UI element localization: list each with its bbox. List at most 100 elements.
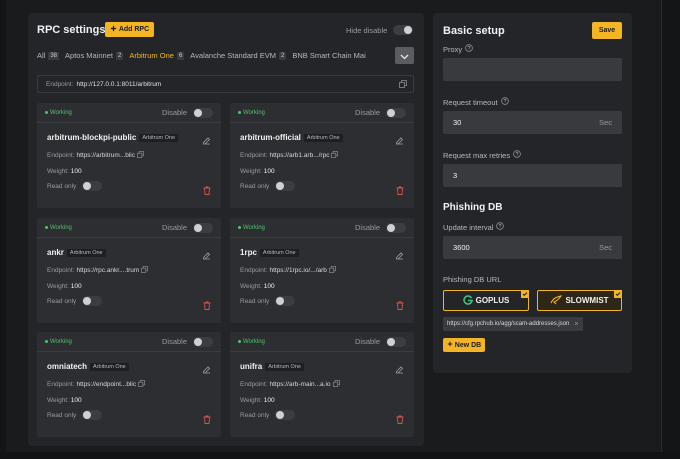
plus-icon	[110, 25, 117, 34]
readonly-label: Read only	[47, 182, 77, 190]
weight-label: Weight:	[47, 283, 69, 290]
edit-icon[interactable]	[202, 132, 211, 150]
help-icon[interactable]	[496, 222, 505, 232]
trash-icon[interactable]	[203, 182, 211, 200]
readonly-label: Read only	[240, 411, 270, 419]
tab-label: BNB Smart Chain Mai	[292, 51, 366, 60]
copy-icon[interactable]	[399, 80, 407, 90]
hide-disable-control: Hide disable	[346, 25, 414, 35]
status-label: Working	[50, 338, 72, 345]
rpc-card: Working Disable 1rpc Arbitrum One Endpoin…	[230, 218, 414, 323]
readonly-toggle[interactable]	[82, 296, 103, 306]
hide-disable-toggle[interactable]	[393, 25, 414, 35]
tab-count: 6	[176, 51, 185, 60]
interval-label: Update interval	[443, 222, 494, 232]
endpoint-field-value: https://arb1.arb.../rpc	[269, 152, 330, 159]
card-header: Working Disable	[37, 103, 221, 123]
chain-badge: Arbitrum One	[265, 362, 304, 371]
status-dot	[45, 111, 48, 114]
card-header: Working Disable	[37, 332, 221, 352]
copy-icon[interactable]	[331, 151, 339, 160]
help-icon[interactable]	[465, 44, 473, 54]
goplus-label: GOPLUS	[475, 296, 510, 305]
interval-label-row: Update interval	[443, 222, 505, 232]
disable-control: Disable	[355, 222, 406, 233]
endpoint-field-label: Endpoint:	[47, 152, 75, 159]
readonly-control: Read only	[47, 296, 103, 306]
disable-toggle[interactable]	[193, 336, 213, 347]
tab-label: Aptos Mainnet	[65, 51, 113, 60]
card-weight: Weight: 100	[240, 168, 275, 175]
tab-all[interactable]: All 38	[37, 51, 65, 60]
readonly-toggle[interactable]	[275, 410, 296, 420]
edit-icon[interactable]	[395, 361, 404, 379]
save-button[interactable]: Save	[592, 22, 622, 39]
edit-icon[interactable]	[395, 132, 404, 150]
tab-avalanche-standard-evm[interactable]: Avalanche Standard EVM 2	[190, 51, 292, 60]
timeout-value: 30	[453, 118, 462, 127]
help-icon[interactable]	[500, 97, 509, 107]
readonly-control: Read only	[240, 410, 296, 420]
readonly-toggle[interactable]	[82, 181, 103, 191]
slowmist-provider-option[interactable]: SLOWMIST	[537, 290, 622, 311]
disable-toggle[interactable]	[193, 107, 213, 118]
copy-icon[interactable]	[141, 266, 149, 275]
tab-aptos-mainnet[interactable]: Aptos Mainnet 2	[65, 51, 129, 60]
chain-badge: Arbitrum One	[139, 133, 179, 142]
readonly-toggle[interactable]	[275, 296, 296, 306]
disable-toggle[interactable]	[386, 107, 406, 118]
edit-icon[interactable]	[202, 361, 211, 379]
slowmist-logo-icon	[550, 294, 563, 307]
disable-toggle[interactable]	[386, 222, 406, 233]
copy-icon[interactable]	[138, 380, 146, 389]
interval-input[interactable]: 3600 Sec	[443, 236, 622, 259]
status-dot	[45, 226, 48, 229]
readonly-toggle[interactable]	[275, 181, 296, 191]
rpc-card: Working Disable arbitrum-blockpi-public A…	[37, 103, 221, 208]
tabs-more-button[interactable]	[395, 47, 414, 64]
phishing-url-chip: https://cfg.rpchub.io/agg/scam-addresses…	[443, 317, 583, 331]
card-title: omniatech Arbitrum One	[47, 362, 129, 371]
proxy-input[interactable]	[443, 58, 622, 81]
tab-arbitrum-one[interactable]: Arbitrum One 6	[129, 51, 190, 60]
scrollbar-track[interactable]	[661, 0, 680, 459]
rpc-name: 1rpc	[240, 248, 257, 257]
timeout-input[interactable]: 30 Sec	[443, 111, 622, 134]
copy-icon[interactable]	[332, 380, 340, 389]
readonly-toggle[interactable]	[82, 410, 103, 420]
tab-label: All	[37, 51, 46, 60]
trash-icon[interactable]	[396, 182, 404, 200]
disable-toggle[interactable]	[193, 222, 213, 233]
retries-input[interactable]: 3	[443, 164, 622, 187]
window-edge-left	[0, 0, 6, 459]
readonly-label: Read only	[47, 411, 77, 419]
tab-bnb-smart-chain[interactable]: BNB Smart Chain Mai	[292, 51, 371, 60]
rpc-settings-panel: RPC settings Add RPC Hide disable All 38 …	[28, 13, 424, 446]
slowmist-label: SLOWMIST	[565, 296, 609, 305]
weight-value: 100	[263, 283, 275, 290]
trash-icon[interactable]	[396, 297, 404, 315]
trash-icon[interactable]	[203, 411, 211, 429]
edit-icon[interactable]	[395, 247, 404, 265]
interval-unit: Sec	[599, 243, 612, 252]
new-db-button[interactable]: New DB	[443, 338, 485, 352]
goplus-provider-option[interactable]: GOPLUS	[443, 290, 529, 311]
status-badge: Working	[238, 225, 265, 231]
edit-icon[interactable]	[202, 247, 211, 265]
copy-icon[interactable]	[137, 151, 144, 160]
status-label: Working	[50, 109, 72, 116]
copy-icon[interactable]	[329, 266, 336, 275]
add-rpc-button[interactable]: Add RPC	[105, 22, 154, 37]
rpc-name: omniatech	[47, 362, 88, 371]
disable-label: Disable	[354, 337, 380, 346]
help-icon[interactable]	[513, 150, 521, 160]
disable-toggle[interactable]	[386, 336, 406, 347]
card-title: arbitrum-blockpi-public Arbitrum One	[47, 133, 179, 142]
timeout-label: Request timeout	[443, 97, 498, 107]
close-icon[interactable]: ×	[574, 321, 578, 328]
trash-icon[interactable]	[203, 297, 211, 315]
trash-icon[interactable]	[396, 411, 404, 429]
weight-label: Weight:	[240, 397, 262, 404]
card-title: unifra Arbitrum One	[240, 362, 304, 371]
readonly-control: Read only	[47, 410, 103, 420]
